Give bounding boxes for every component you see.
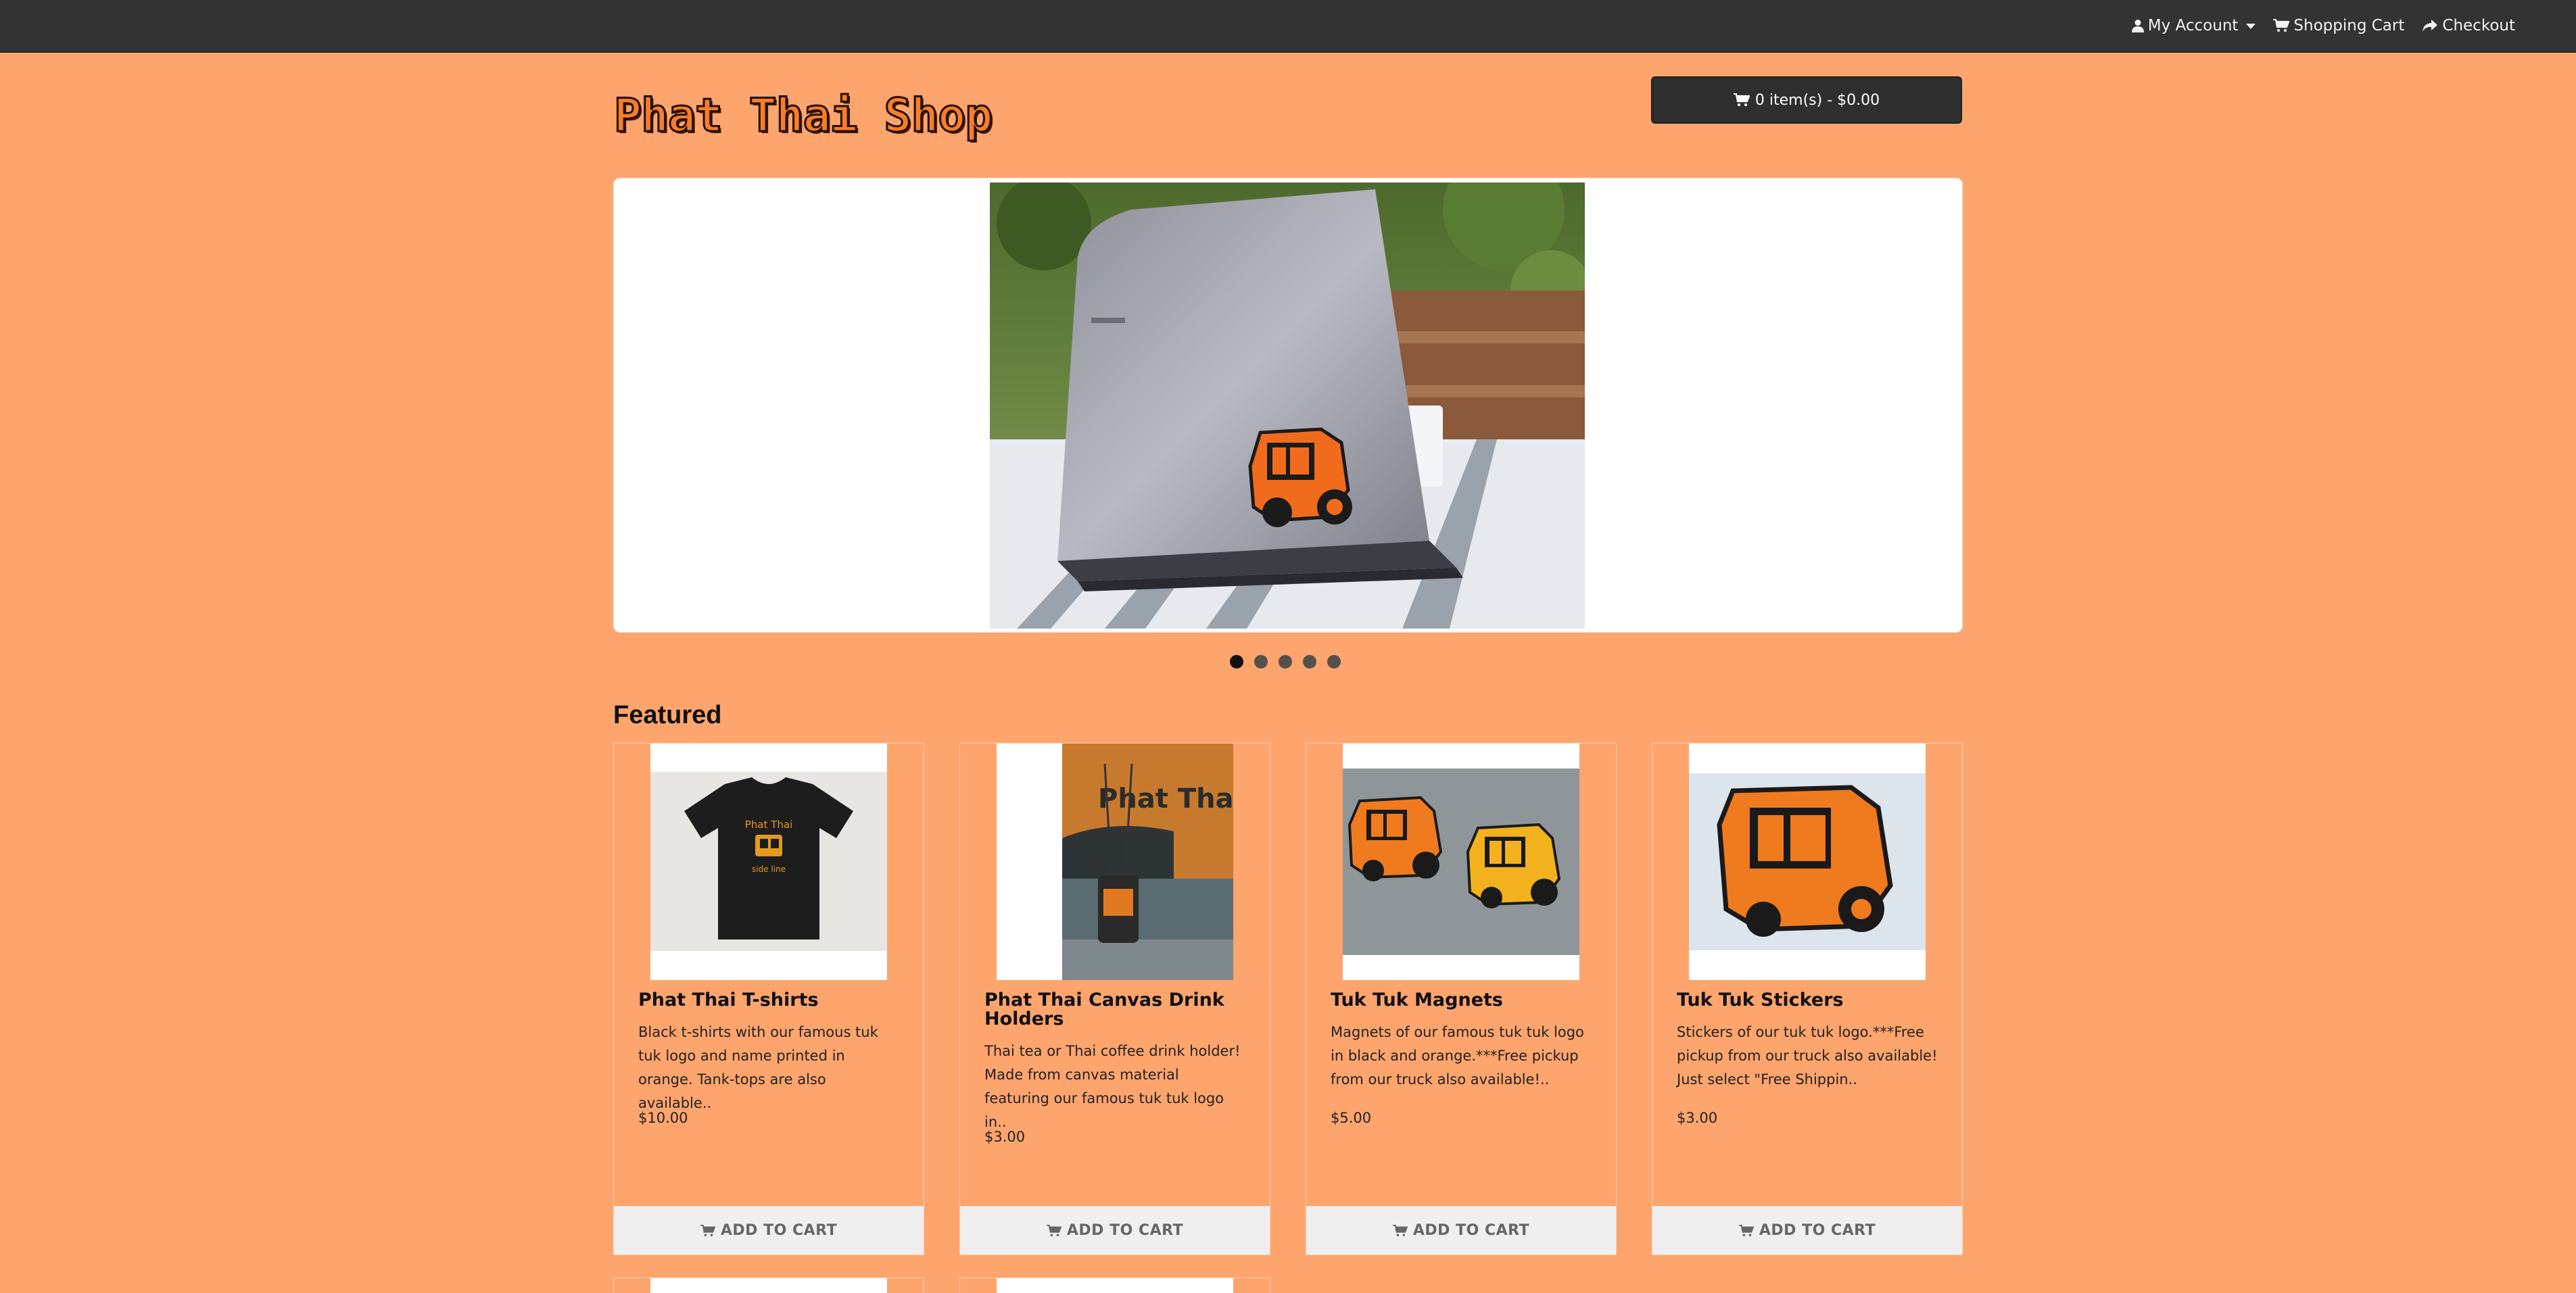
product-price: $10.00 xyxy=(638,1110,688,1126)
product-price: $3.00 xyxy=(1677,1110,1718,1126)
cart-summary-label: 0 item(s) - $0.00 xyxy=(1755,91,1880,109)
add-to-cart-button[interactable]: ADD TO CART xyxy=(614,1206,924,1254)
shopping-cart-icon xyxy=(2273,19,2290,32)
shopping-cart-icon xyxy=(1393,1224,1408,1237)
add-to-cart-label: ADD TO CART xyxy=(1066,1222,1184,1239)
add-to-cart-button[interactable]: ADD TO CART xyxy=(960,1206,1270,1254)
shirt-print-title: Phat Thai xyxy=(745,819,792,831)
shopping-cart-link[interactable]: Shopping Cart xyxy=(2273,17,2404,34)
slide-dot-4[interactable] xyxy=(1303,655,1316,668)
product-price: $5.00 xyxy=(1331,1110,1372,1126)
product-image-tshirt[interactable]: Phat Thai side line xyxy=(650,743,887,980)
shopping-cart-label: Shopping Cart xyxy=(2293,17,2405,34)
featured-heading: Featured xyxy=(613,701,722,729)
user-icon xyxy=(2131,19,2144,32)
add-to-cart-button[interactable]: ADD TO CART xyxy=(1652,1206,1962,1254)
product-name[interactable]: Tuk Tuk Magnets xyxy=(1331,991,1594,1010)
product-card-partial xyxy=(613,1277,924,1293)
product-price: $3.00 xyxy=(984,1129,1026,1145)
slide-dot-2[interactable] xyxy=(1254,655,1268,668)
slideshow-pagination xyxy=(1230,655,1341,668)
checkout-label: Checkout xyxy=(2442,17,2515,34)
product-name[interactable]: Tuk Tuk Stickers xyxy=(1677,991,1940,1010)
product-description: Stickers of our tuk tuk logo.***Free pic… xyxy=(1677,1024,1938,1088)
chevron-down-icon xyxy=(2246,24,2256,29)
slide-dot-1[interactable] xyxy=(1230,655,1243,668)
cart-summary-button[interactable]: 0 item(s) - $0.00 xyxy=(1651,76,1962,124)
add-to-cart-label: ADD TO CART xyxy=(1759,1222,1876,1239)
product-description: Magnets of our famous tuk tuk logo in bl… xyxy=(1331,1024,1584,1088)
product-image-stickers[interactable] xyxy=(1689,743,1926,980)
product-name[interactable]: Phat Thai Canvas Drink Holders xyxy=(984,991,1248,1029)
product-name[interactable]: Phat Thai T-shirts xyxy=(638,991,902,1010)
top-links: My Account Shopping Cart Checkout xyxy=(2131,0,2515,51)
add-to-cart-label: ADD TO CART xyxy=(1412,1222,1530,1239)
add-to-cart-button[interactable]: ADD TO CART xyxy=(1306,1206,1616,1254)
product-card-partial xyxy=(959,1277,1270,1293)
product-card-tshirts: Phat Thai side line Phat Thai T-shirts B… xyxy=(613,743,924,1255)
product-card-stickers: Tuk Tuk Stickers Stickers of our tuk tuk… xyxy=(1652,743,1963,1255)
shopping-cart-icon xyxy=(1739,1224,1754,1237)
my-account-link[interactable]: My Account xyxy=(2131,17,2256,34)
product-card-magnets: Tuk Tuk Magnets Magnets of our famous tu… xyxy=(1306,743,1617,1255)
product-image-partial[interactable] xyxy=(650,1278,887,1293)
shopping-cart-icon xyxy=(1047,1224,1062,1237)
product-description: Thai tea or Thai coffee drink holder! Ma… xyxy=(984,1043,1241,1130)
slide-dot-3[interactable] xyxy=(1279,655,1292,668)
product-image-partial[interactable] xyxy=(997,1278,1233,1293)
slide-dot-5[interactable] xyxy=(1327,655,1341,668)
slideshow[interactable] xyxy=(613,178,1963,633)
site-logo[interactable]: Phat Thai Shop xyxy=(613,89,993,144)
top-navigation-bar: My Account Shopping Cart Checkout xyxy=(0,0,2576,53)
shopping-cart-icon xyxy=(700,1224,715,1237)
shirt-print-subtitle: side line xyxy=(752,864,786,874)
share-icon xyxy=(2422,19,2438,32)
my-account-label: My Account xyxy=(2147,17,2239,34)
checkout-link[interactable]: Checkout xyxy=(2422,17,2515,34)
slide-image-laptop-sticker[interactable] xyxy=(990,182,1585,629)
truck-text: Phat Thai xyxy=(1098,783,1233,814)
add-to-cart-label: ADD TO CART xyxy=(720,1222,838,1239)
product-description: Black t-shirts with our famous tuk tuk l… xyxy=(638,1024,878,1111)
product-image-drink-holder[interactable]: Phat Thai xyxy=(997,743,1233,980)
shopping-cart-icon xyxy=(1733,93,1750,107)
product-card-drink-holders: Phat Thai Phat Thai Canvas Drink Holders… xyxy=(959,743,1270,1255)
product-image-magnets[interactable] xyxy=(1343,743,1579,980)
